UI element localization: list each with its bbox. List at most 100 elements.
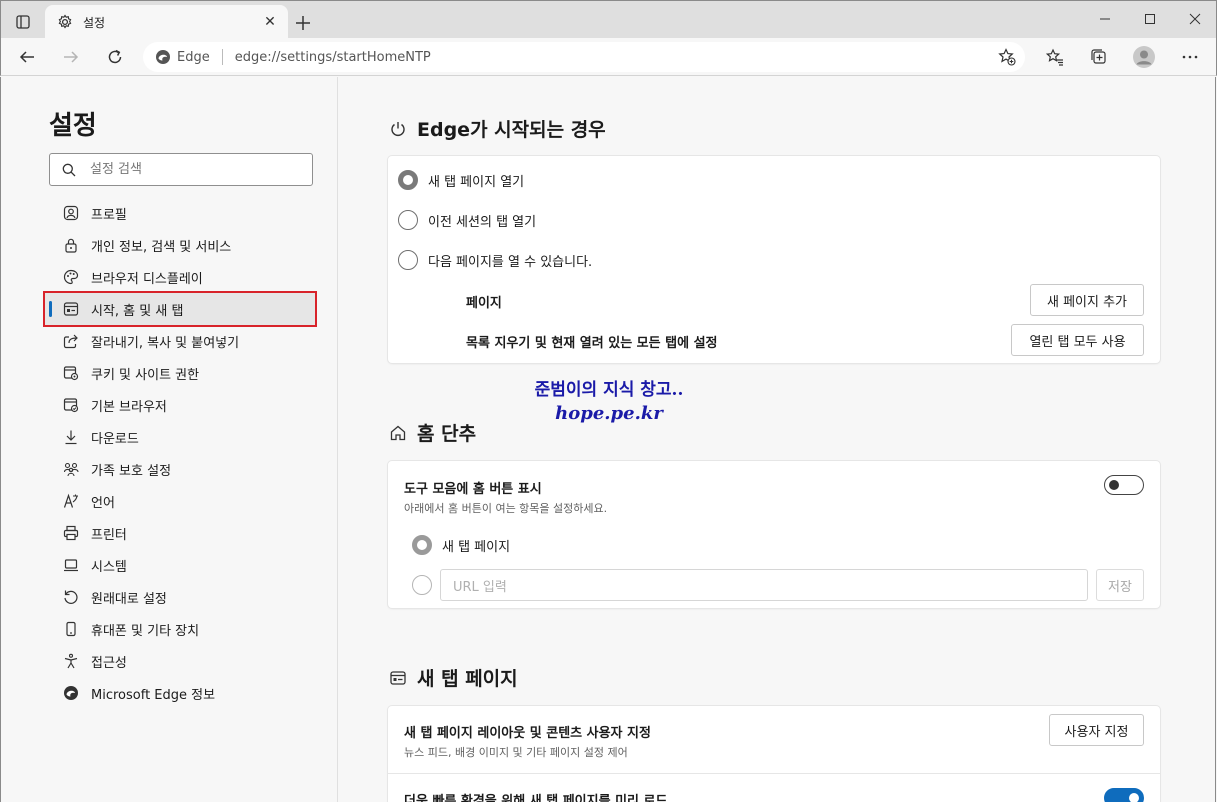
minimize-button[interactable] xyxy=(1082,5,1128,33)
startup-option-new-tab[interactable]: 새 탭 페이지 열기 xyxy=(398,170,524,190)
ellipsis-icon xyxy=(1182,55,1198,59)
radio-button[interactable] xyxy=(398,250,418,270)
sidebar-item-family-safety[interactable]: 가족 보호 설정 xyxy=(45,453,315,485)
settings-nav: 프로필 개인 정보, 검색 및 서비스 브라우저 디스플레이 시작, 홈 및 새… xyxy=(43,197,317,709)
startup-section-title: Edge가 시작되는 경우 xyxy=(389,115,606,142)
toggle-knob xyxy=(1129,793,1139,802)
forward-arrow-icon xyxy=(64,51,79,63)
sidebar-item-cookies[interactable]: 쿠키 및 사이트 권한 xyxy=(45,357,315,389)
sidebar-item-label: 언어 xyxy=(91,495,115,511)
lock-icon xyxy=(62,236,80,254)
home-url-input[interactable]: URL 입력 xyxy=(440,569,1088,601)
close-tab-icon[interactable]: ✕ xyxy=(260,12,280,32)
sidebar-item-label: 개인 정보, 검색 및 서비스 xyxy=(91,239,232,255)
radio-button[interactable] xyxy=(398,170,418,190)
home-button-card: 도구 모음에 홈 버튼 표시 아래에서 홈 버튼이 여는 항목을 설정하세요. … xyxy=(388,461,1160,608)
avatar-icon xyxy=(1133,46,1155,68)
maximize-button[interactable] xyxy=(1127,5,1173,33)
startup-card: 새 탭 페이지 열기 이전 세션의 탭 열기 다음 페이지를 열 수 있습니다.… xyxy=(388,156,1160,363)
browser-icon xyxy=(62,396,80,414)
family-icon xyxy=(62,460,80,478)
profile-button[interactable] xyxy=(1129,42,1159,72)
preload-newtab-toggle[interactable] xyxy=(1104,788,1144,802)
startup-option-previous-session[interactable]: 이전 세션의 탭 열기 xyxy=(398,210,536,230)
sidebar-item-reset[interactable]: 원래대로 설정 xyxy=(45,581,315,613)
home-section-title: 홈 단추 xyxy=(389,419,476,446)
search-input[interactable] xyxy=(90,162,290,177)
sidebar-item-languages[interactable]: 언어 xyxy=(45,485,315,517)
accessibility-icon xyxy=(62,652,80,670)
more-menu-button[interactable] xyxy=(1175,42,1205,72)
window-icon xyxy=(62,300,80,318)
close-window-button[interactable] xyxy=(1172,5,1217,33)
sidebar-item-share-copy-paste[interactable]: 잘라내기, 복사 및 붙여넣기 xyxy=(45,325,315,357)
refresh-button[interactable] xyxy=(100,42,130,72)
startup-title-text: Edge가 시작되는 경우 xyxy=(417,119,606,141)
laptop-icon xyxy=(62,556,80,574)
sidebar-item-label: 프린터 xyxy=(91,527,127,543)
radio-label: 다음 페이지를 열 수 있습니다. xyxy=(428,254,593,270)
window-icon xyxy=(389,669,407,687)
maximize-icon xyxy=(1145,14,1155,24)
sidebar-item-printers[interactable]: 프린터 xyxy=(45,517,315,549)
edge-label: Edge xyxy=(177,49,210,65)
tab-actions-menu-button[interactable] xyxy=(9,9,37,35)
refresh-icon xyxy=(108,49,122,64)
tab-settings[interactable]: 설정 ✕ xyxy=(45,5,288,39)
sidebar-item-privacy[interactable]: 개인 정보, 검색 및 서비스 xyxy=(45,229,315,261)
home-icon xyxy=(389,424,407,442)
save-button[interactable]: 저장 xyxy=(1096,569,1144,601)
sidebar-item-label: Microsoft Edge 정보 xyxy=(91,687,216,703)
forward-button[interactable] xyxy=(56,42,86,72)
sidebar-item-label: 가족 보호 설정 xyxy=(91,463,172,479)
sidebar-item-profile[interactable]: 프로필 xyxy=(45,197,315,229)
sidebar-item-phone-devices[interactable]: 휴대폰 및 기타 장치 xyxy=(45,613,315,645)
tab-actions-icon xyxy=(16,15,30,29)
add-favorite-button[interactable] xyxy=(995,45,1019,69)
back-button[interactable] xyxy=(12,42,42,72)
close-icon xyxy=(1189,13,1201,25)
sidebar-item-about[interactable]: Microsoft Edge 정보 xyxy=(45,677,315,709)
sidebar-item-label: 시작, 홈 및 새 탭 xyxy=(91,303,184,319)
url-text[interactable]: edge://settings/startHomeNTP xyxy=(235,50,431,65)
profile-icon xyxy=(62,204,80,222)
minimize-icon xyxy=(1100,18,1110,20)
sidebar-item-downloads[interactable]: 다운로드 xyxy=(45,421,315,453)
preload-newtab-label: 더욱 빠른 환경을 위해 새 탭 페이지를 미리 로드 xyxy=(404,794,668,802)
add-new-page-button[interactable]: 새 페이지 추가 xyxy=(1030,284,1144,316)
radio-button[interactable] xyxy=(398,210,418,230)
gear-icon xyxy=(58,14,72,29)
sidebar-item-label: 다운로드 xyxy=(91,431,139,447)
sidebar-item-appearance[interactable]: 브라우저 디스플레이 xyxy=(45,261,315,293)
row-divider xyxy=(388,773,1160,774)
collections-button[interactable] xyxy=(1084,42,1114,72)
watermark: 준범이의 지식 창고.. hope.pe.kr xyxy=(499,375,719,424)
home-option-url[interactable] xyxy=(412,575,442,595)
use-all-open-tabs-button[interactable]: 열린 탭 모두 사용 xyxy=(1011,324,1144,356)
favorites-button[interactable] xyxy=(1040,42,1070,72)
collections-icon xyxy=(1091,49,1106,64)
radio-label: 이전 세션의 탭 열기 xyxy=(428,214,537,230)
radio-button[interactable] xyxy=(412,575,432,595)
new-tab-button[interactable] xyxy=(291,11,315,35)
favorites-icon xyxy=(1046,48,1063,66)
radio-button[interactable] xyxy=(412,535,432,555)
sidebar-item-system[interactable]: 시스템 xyxy=(45,549,315,581)
printer-icon xyxy=(62,524,80,542)
settings-search[interactable] xyxy=(49,153,313,186)
sidebar-item-accessibility[interactable]: 접근성 xyxy=(45,645,315,677)
customize-button[interactable]: 사용자 지정 xyxy=(1049,714,1144,746)
sidebar-item-default-browser[interactable]: 기본 브라우저 xyxy=(45,389,315,421)
cookie-icon xyxy=(62,364,80,382)
home-option-new-tab[interactable]: 새 탭 페이지 xyxy=(412,535,510,555)
toggle-knob xyxy=(1109,480,1119,490)
customize-newtab-label: 새 탭 페이지 레이아웃 및 콘텐츠 사용자 지정 xyxy=(404,726,651,741)
sidebar-item-label: 프로필 xyxy=(91,207,127,223)
sidebar-item-start-home-newtab[interactable]: 시작, 홈 및 새 탭 xyxy=(43,291,317,327)
sidebar-item-label: 기본 브라우저 xyxy=(91,399,167,415)
show-home-button-toggle[interactable] xyxy=(1104,475,1144,495)
startup-option-specific-pages[interactable]: 다음 페이지를 열 수 있습니다. xyxy=(398,250,592,270)
address-bar[interactable]: Edge edge://settings/startHomeNTP xyxy=(143,42,1025,72)
sidebar-item-label: 시스템 xyxy=(91,559,127,575)
sidebar-item-label: 원래대로 설정 xyxy=(91,591,167,607)
